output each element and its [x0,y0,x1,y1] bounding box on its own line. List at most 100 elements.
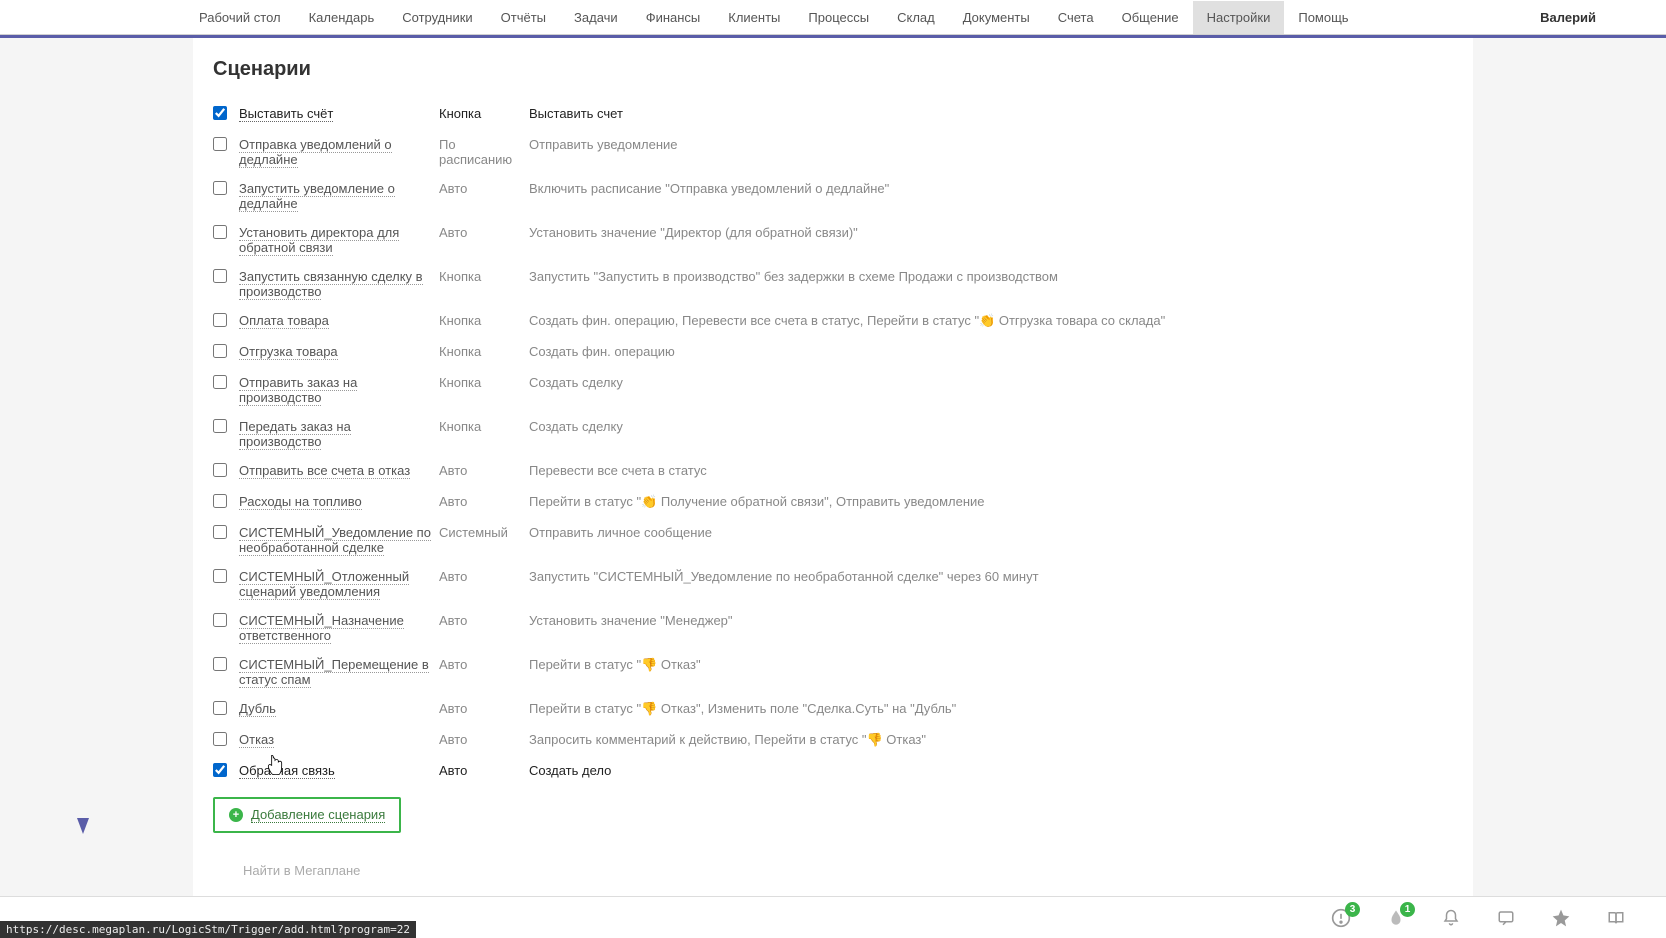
scenario-name-link[interactable]: Расходы на топливо [239,494,362,510]
scenario-description: Перейти в статус "👏 Получение обратной с… [529,487,1453,518]
nav-item-11[interactable]: Общение [1108,1,1193,34]
fire-badge: 1 [1400,902,1415,917]
scenario-name-link[interactable]: Отправить все счета в отказ [239,463,410,479]
scenario-name-link[interactable]: Запустить уведомление о дедлайне [239,181,395,212]
scenario-checkbox[interactable] [213,181,227,195]
scenario-type: Кнопка [439,262,529,306]
search-placeholder-text[interactable]: Найти в Мегаплане [213,863,1453,878]
scenario-checkbox[interactable] [213,344,227,358]
scenario-description: Запустить "СИСТЕМНЫЙ_Уведомление по необ… [529,562,1453,606]
scenario-type: Авто [439,218,529,262]
nav-item-13[interactable]: Помощь [1284,1,1362,34]
scenario-name-link[interactable]: СИСТЕМНЫЙ_Уведомление по необработанной … [239,525,431,556]
scenario-checkbox[interactable] [213,225,227,239]
scenario-name-link[interactable]: Отправка уведомлений о дедлайне [239,137,392,168]
add-scenario-button[interactable]: + Добавление сценария [213,797,401,833]
scenario-type: Кнопка [439,99,529,130]
scenario-row: СИСТЕМНЫЙ_Перемещение в статус спам АвтоП… [213,650,1453,694]
scenario-checkbox[interactable] [213,657,227,671]
scenario-checkbox[interactable] [213,701,227,715]
scenario-checkbox[interactable] [213,569,227,583]
scenario-description: Установить значение "Директор (для обрат… [529,218,1453,262]
scenario-row: Оплата товараКнопкаСоздать фин. операцию… [213,306,1453,337]
fire-icon[interactable]: 1 [1386,908,1406,928]
nav-item-10[interactable]: Счета [1044,1,1108,34]
scenario-name-link[interactable]: Установить директора для обратной связи [239,225,399,256]
alerts-badge: 3 [1345,902,1360,917]
scenario-name-link[interactable]: СИСТЕМНЫЙ_Отложенный сценарий уведомлени… [239,569,409,600]
scenario-name-link[interactable]: Запустить связанную сделку в производств… [239,269,423,300]
book-icon[interactable] [1606,908,1626,928]
scenario-name-link[interactable]: Отказ [239,732,274,748]
scenario-type: Авто [439,456,529,487]
scenario-description: Установить значение "Менеджер" [529,606,1453,650]
scenario-description: Запустить "Запустить в производство" без… [529,262,1453,306]
scenario-checkbox[interactable] [213,613,227,627]
star-icon[interactable] [1551,908,1571,928]
scenario-description: Выставить счет [529,99,1453,130]
alerts-icon[interactable]: 3 [1331,908,1351,928]
scenario-name-link[interactable]: Отправить заказ на производство [239,375,357,406]
nav-item-7[interactable]: Процессы [794,1,883,34]
scenario-checkbox[interactable] [213,494,227,508]
scenario-name-link[interactable]: Передать заказ на производство [239,419,351,450]
scenario-row: Расходы на топливо АвтоПерейти в статус "… [213,487,1453,518]
scenario-checkbox[interactable] [213,106,227,120]
scenario-row: Передать заказ на производствоКнопкаСозд… [213,412,1453,456]
scenario-description: Создать фин. операцию, Перевести все сче… [529,306,1453,337]
nav-item-5[interactable]: Финансы [632,1,715,34]
scenario-name-link[interactable]: Дубль [239,701,276,717]
nav-item-2[interactable]: Сотрудники [388,1,486,34]
scenario-description: Перейти в статус "👎 Отказ", Изменить пол… [529,694,1453,725]
nav-item-3[interactable]: Отчёты [487,1,560,34]
scenario-checkbox[interactable] [213,419,227,433]
scenario-name-link[interactable]: Выставить счёт [239,106,333,122]
nav-item-0[interactable]: Рабочий стол [185,1,295,34]
scenario-row: Выставить счёт КнопкаВыставить счет [213,99,1453,130]
scenario-row: Установить директора для обратной связи А… [213,218,1453,262]
user-name[interactable]: Валерий [1540,10,1646,25]
scenario-description: Включить расписание "Отправка уведомлени… [529,174,1453,218]
scenario-row: Обратная связь АвтоСоздать дело [213,756,1453,787]
scenario-type: Авто [439,562,529,606]
scenario-name-link[interactable]: Оплата товара [239,313,329,329]
scenario-type: Авто [439,756,529,787]
nav-item-1[interactable]: Календарь [295,1,389,34]
scenario-description: Перевести все счета в статус [529,456,1453,487]
scenario-type: Авто [439,725,529,756]
scenario-checkbox[interactable] [213,269,227,283]
scenario-description: Перейти в статус "👎 Отказ" [529,650,1453,694]
scenario-name-link[interactable]: СИСТЕМНЫЙ_Перемещение в статус спам [239,657,429,688]
scenario-checkbox[interactable] [213,732,227,746]
scenario-type: Системный [439,518,529,562]
scenario-name-link[interactable]: СИСТЕМНЫЙ_Назначение ответственного [239,613,404,644]
scenario-type: Кнопка [439,368,529,412]
scenario-row: Отгрузка товараКнопкаСоздать фин. операц… [213,337,1453,368]
scenario-row: Запустить связанную сделку в производств… [213,262,1453,306]
scenario-type: Авто [439,694,529,725]
page-title: Сценарии [213,58,1453,81]
sidebar-handle-icon[interactable] [77,818,89,834]
scenario-checkbox[interactable] [213,763,227,777]
nav-item-4[interactable]: Задачи [560,1,632,34]
scenario-checkbox[interactable] [213,313,227,327]
add-scenario-label: Добавление сценария [251,807,385,823]
scenario-name-link[interactable]: Обратная связь [239,763,335,779]
scenario-checkbox[interactable] [213,463,227,477]
nav-item-12[interactable]: Настройки [1193,1,1285,34]
scenario-checkbox[interactable] [213,137,227,151]
chat-icon[interactable] [1496,908,1516,928]
scenario-type: Авто [439,487,529,518]
scenario-name-link[interactable]: Отгрузка товара [239,344,338,360]
status-bar-url: https://desc.megaplan.ru/LogicStm/Trigge… [0,921,416,938]
nav-item-9[interactable]: Документы [949,1,1044,34]
nav-item-6[interactable]: Клиенты [714,1,794,34]
bell-icon[interactable] [1441,908,1461,928]
scenario-type: Авто [439,650,529,694]
scenario-checkbox[interactable] [213,525,227,539]
scenario-checkbox[interactable] [213,375,227,389]
scenario-row: ОтказАвтоЗапросить комментарий к действи… [213,725,1453,756]
scenario-row: Отправка уведомлений о дедлайнеПо распис… [213,130,1453,174]
nav-item-8[interactable]: Склад [883,1,949,34]
scenario-description: Создать дело [529,756,1453,787]
